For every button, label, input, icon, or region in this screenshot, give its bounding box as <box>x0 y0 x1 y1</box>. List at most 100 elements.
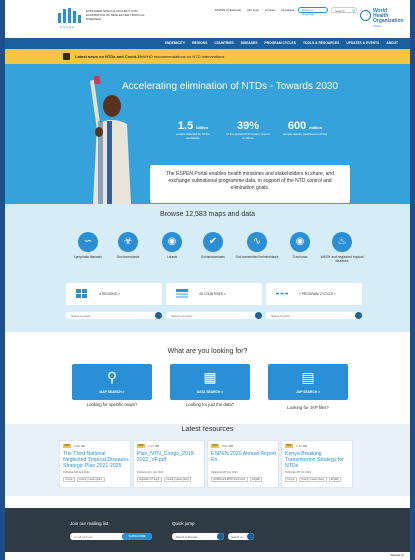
chevron-down-icon <box>247 533 254 540</box>
util-link-feedback[interactable]: Feedback <box>281 8 294 12</box>
news-link[interactable]: WHO recommendations on NTD interventions <box>143 54 224 59</box>
logo-abbr: ESPEN <box>60 25 76 29</box>
disease-sth[interactable]: ∿ Soil-transmitted helminthiasis <box>235 232 279 259</box>
stat-value: 39% <box>236 120 260 132</box>
nav-item-about[interactable]: ABOUT <box>386 41 398 45</box>
nav-item-countries[interactable]: COUNTRIES <box>214 41 233 45</box>
stat-unit: billion <box>196 125 209 130</box>
resource-card[interactable]: PDF 1.17 MB Plan_NTN_Congo_2018-2022_VF.… <box>133 440 205 488</box>
disease-loiasis[interactable]: ◉ Loiasis <box>150 232 194 259</box>
disease-trachoma[interactable]: ◉ Trachoma <box>278 232 322 259</box>
stat-desc: people affected by NTDs worldwide <box>176 132 210 140</box>
pdf-badge: PDF <box>63 444 71 448</box>
resource-tag[interactable]: Country master plans <box>76 477 105 482</box>
espen-logo-icon[interactable] <box>58 8 81 23</box>
data-search-caption: Looking for just the data? <box>170 400 250 408</box>
disease-select[interactable]: Select a disease <box>172 533 224 540</box>
region-dropdown[interactable]: Select a region <box>66 312 162 319</box>
search-placeholder: Search <box>335 8 345 13</box>
disease-wash[interactable]: ♨ WASH and neglected tropical diseases <box>320 232 364 263</box>
resource-date: Published 11 Jan 2022 <box>137 471 164 474</box>
data-search-card[interactable]: ▦ DATA SEARCH > <box>170 364 250 400</box>
util-link-collaborate[interactable]: ESPEN Collaborate <box>215 8 241 12</box>
disease-schisto[interactable]: ✔ Schistosomiasis <box>191 232 235 259</box>
resource-tag[interactable]: Kenya <box>63 477 75 482</box>
nav-item-endemicity[interactable]: ENDEMICITY <box>165 41 185 45</box>
resource-card[interactable]: PDF 3.49 MB The Third National Neglected… <box>59 440 131 488</box>
utility-links: ESPEN Collaborate API login Contact Feed… <box>215 8 299 12</box>
who-logo[interactable]: World Health Organization Africa <box>360 8 404 28</box>
email-input[interactable]: email address SUBSCRIBE <box>70 533 152 540</box>
search-icon: ⚲ <box>106 369 118 385</box>
logo-text: EXPANDED SPECIAL PROJECT FOR ELIMINATION… <box>86 9 145 21</box>
who-region: Africa <box>373 24 381 28</box>
nav-item-updates[interactable]: UPDATES & EVENTS <box>346 41 379 45</box>
disease-lf[interactable]: ∽ Lymphatic filariasis <box>66 232 110 259</box>
trachoma-eye-icon: ◉ <box>290 232 310 252</box>
data-search-button[interactable]: DATA SEARCH > <box>170 390 250 394</box>
language-select[interactable]: Select a language <box>298 7 328 16</box>
map-search-button[interactable]: MAP SEARCH > <box>72 390 152 394</box>
stat-desc: of the global NTD burden occurs in Afric… <box>226 132 270 140</box>
resource-title[interactable]: The Third National Neglected Tropical Di… <box>63 451 129 469</box>
program-cycles-card-label: 7 PROGRAM CYCLES > <box>299 292 336 296</box>
resource-tag[interactable]: Republic of Congo <box>137 477 162 482</box>
eye-icon: ◉ <box>162 232 182 252</box>
resource-tag[interactable]: ESPEN and WHO documents <box>211 477 248 482</box>
util-link-api[interactable]: API login <box>247 8 259 12</box>
regions-card[interactable]: 4 REGIONS > <box>66 283 162 305</box>
subscribe-button[interactable]: SUBSCRIBE <box>122 533 152 540</box>
resource-title[interactable]: Plan_NTN_Congo_2018-2022_VF.pdf <box>137 451 203 463</box>
chevron-down-icon <box>255 312 262 319</box>
resource-card[interactable]: PDF 5.01 MB ESPEN 2020 Annual Report En … <box>207 440 279 488</box>
disease-label: Onchocerciasis <box>116 255 140 259</box>
resource-tag[interactable]: English <box>249 477 263 482</box>
regions-card-label: 4 REGIONS > <box>99 292 120 296</box>
countries-card[interactable]: 48 COUNTRIES > <box>166 283 262 305</box>
cycle-dropdown[interactable]: Select a cycle <box>266 312 362 319</box>
region-dropdown-label: Select a region <box>71 313 92 318</box>
map-search-card[interactable]: ⚲ MAP SEARCH > <box>72 364 152 400</box>
quick-jump-label: Quick jump <box>172 521 195 526</box>
disease-oncho[interactable]: ☣ Onchocerciasis <box>106 232 150 259</box>
chevron-down-icon <box>355 312 362 319</box>
nav-item-program-cycles[interactable]: PROGRAM CYCLES <box>264 41 296 45</box>
disease-label: Trachoma <box>292 255 308 259</box>
water-tap-icon: ♨ <box>332 232 352 252</box>
looking-title: What are you looking for? <box>167 348 248 355</box>
nav-item-tools[interactable]: TOOLS & RESOURCES <box>303 41 339 45</box>
hero-title: Accelerating elimination of NTDs - Towar… <box>121 81 339 92</box>
country-dropdown[interactable]: Select a country <box>166 312 262 319</box>
file-size: 1.17 MB <box>148 444 160 448</box>
resource-tag[interactable]: Country master plans <box>163 477 192 482</box>
lymphatic-filariasis-icon: ∽ <box>78 232 98 252</box>
nav-item-diseases[interactable]: DISEASES <box>241 41 258 45</box>
search-input[interactable]: Search ⚲ <box>331 7 357 13</box>
file-size: 5.01 MB <box>222 444 234 448</box>
onchocerciasis-icon: ☣ <box>118 232 138 252</box>
resource-card[interactable]: PDF 7.72 MB Kenya Breaking Transmission … <box>281 440 353 488</box>
disease-label: Schistosomiasis <box>201 255 225 259</box>
stat-burden: 39% of the global NTD burden occurs in A… <box>225 120 271 140</box>
region-select[interactable]: Select a r <box>228 533 254 540</box>
jap-search-card[interactable]: ▤ JAP SEARCH > <box>268 364 348 400</box>
search-icon[interactable]: ⚲ <box>352 8 355 13</box>
file-icon: ▤ <box>301 369 315 385</box>
program-cycles-card[interactable]: 7 PROGRAM CYCLES > <box>266 283 362 305</box>
credit-text[interactable]: Website by <box>390 553 404 557</box>
disease-label: WASH and neglected tropical diseases <box>320 255 364 263</box>
resources-title: Latest resources <box>181 426 234 433</box>
countries-card-label: 48 COUNTRIES > <box>199 292 226 296</box>
resource-tag[interactable]: Kenya <box>285 477 297 482</box>
util-link-contact[interactable]: Contact <box>265 8 275 12</box>
browse-title: Browse 12,583 maps and data <box>160 211 255 218</box>
resource-title[interactable]: ESPEN 2020 Annual Report En <box>211 451 277 463</box>
disease-select-label: Select a disease <box>176 534 199 539</box>
news-label: Latest news on NTDs and Covid-19: <box>75 54 144 59</box>
resource-tag[interactable]: Country master plans <box>298 477 327 482</box>
resource-tag[interactable]: English <box>328 477 342 482</box>
nav-item-regions[interactable]: REGIONS <box>192 41 207 45</box>
stat-unit: million <box>309 125 323 130</box>
jap-search-button[interactable]: JAP SEARCH > <box>268 390 348 394</box>
resource-title[interactable]: Kenya Breaking Transmission Strategy for… <box>285 451 351 469</box>
